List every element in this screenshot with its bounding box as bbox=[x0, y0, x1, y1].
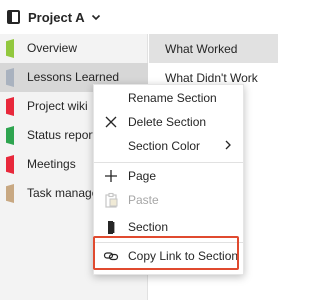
section-item-overview[interactable]: Overview bbox=[0, 34, 148, 63]
paste-label: Paste bbox=[128, 193, 159, 207]
section-color-tab bbox=[6, 126, 14, 145]
rename-section-menu-item[interactable]: Rename Section bbox=[94, 87, 243, 109]
section-icon bbox=[108, 221, 115, 234]
delete-section-label: Delete Section bbox=[128, 115, 207, 129]
new-page-menu-item[interactable]: Page bbox=[94, 165, 243, 187]
clipboard-icon bbox=[105, 192, 118, 208]
notebook-title[interactable]: Project A bbox=[28, 10, 85, 25]
section-context-menu: Rename Section Delete Section Section Co… bbox=[93, 84, 244, 275]
section-color-tab bbox=[6, 184, 14, 203]
copy-link-label: Copy Link to Section bbox=[128, 249, 239, 263]
chevron-down-icon[interactable] bbox=[91, 12, 101, 22]
page-item-what-worked[interactable]: What Worked bbox=[149, 34, 278, 63]
notebook-icon bbox=[7, 10, 20, 24]
section-color-tab bbox=[6, 68, 14, 87]
page-label: What Worked bbox=[165, 42, 238, 56]
paste-menu-item[interactable]: Paste bbox=[94, 189, 243, 211]
page-label: Page bbox=[128, 169, 157, 183]
section-label: Overview bbox=[27, 41, 78, 55]
menu-divider bbox=[94, 162, 243, 163]
new-section-menu-item[interactable]: Section bbox=[94, 216, 243, 238]
close-icon bbox=[105, 116, 117, 128]
delete-section-menu-item[interactable]: Delete Section bbox=[94, 111, 243, 133]
notebook-header[interactable]: Project A bbox=[0, 0, 278, 34]
page-label: What Didn't Work bbox=[165, 71, 258, 85]
section-color-tab bbox=[6, 39, 14, 58]
section-label: Lessons Learned bbox=[27, 70, 120, 84]
section-color-menu-item[interactable]: Section Color bbox=[94, 135, 243, 157]
copy-link-to-section-menu-item[interactable]: Copy Link to Section bbox=[94, 245, 243, 267]
section-color-tab bbox=[6, 97, 14, 116]
link-icon bbox=[103, 252, 119, 261]
chevron-right-icon bbox=[225, 140, 231, 150]
section-color-label: Section Color bbox=[128, 139, 201, 153]
plus-icon bbox=[105, 170, 117, 182]
menu-divider bbox=[94, 242, 243, 243]
section-color-tab bbox=[6, 155, 14, 174]
rename-section-label: Rename Section bbox=[128, 91, 217, 105]
section-label: Section bbox=[128, 220, 169, 234]
